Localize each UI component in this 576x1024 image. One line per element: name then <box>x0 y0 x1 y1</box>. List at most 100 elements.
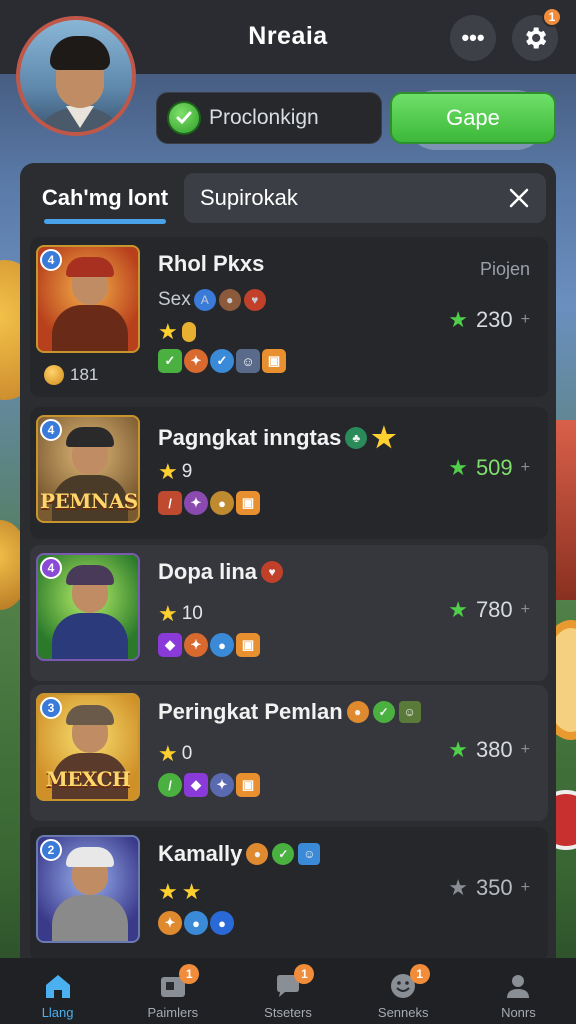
list-item[interactable]: 3 MEXCH Peringkat Pemlan ● ✓ ☺ ★ 0 / ◆ ✦… <box>30 685 548 821</box>
nav-item-profile[interactable]: Nonrs <box>461 958 576 1024</box>
leaf-icon: / <box>158 773 182 797</box>
portrait-banner: PEMNAS <box>40 489 138 513</box>
check-icon: ✓ <box>272 843 295 865</box>
portrait-hat <box>66 705 114 725</box>
heart-icon: ♥ <box>261 561 284 583</box>
medal-icon: ✦ <box>158 911 182 935</box>
player-name-text: Rhol Pkxs <box>158 251 265 276</box>
portrait-body <box>52 895 128 941</box>
badge-row: ✦ ● ● <box>158 911 234 935</box>
rank-badge: 2 <box>40 839 62 861</box>
nav-item-home[interactable]: Llang <box>0 958 115 1024</box>
player-stars: ★ 9 <box>158 459 192 485</box>
list-item[interactable]: 4 PEMNAS Pagngkat inngtas ♣ ★ ★ 9 / ✦ ● … <box>30 407 548 539</box>
more-button[interactable]: ••• <box>450 15 496 61</box>
stars-value: 9 <box>181 461 193 482</box>
tab-active[interactable]: Cah'mg lont <box>30 173 180 223</box>
nav-item-stats[interactable]: 1 Stseters <box>230 958 345 1024</box>
leaderboard-panel: Cah'mg lont Supirokak 4 181 Rhol Pkxs Pi… <box>20 163 556 1024</box>
player-stars: ★ 0 <box>158 741 192 767</box>
plus-icon: + <box>520 459 530 476</box>
star-icon: ★ <box>158 741 178 766</box>
close-icon[interactable] <box>504 183 534 213</box>
player-name: Rhol Pkxs <box>158 251 264 277</box>
portrait-hat <box>66 847 114 867</box>
star-icon: ★ <box>448 307 468 332</box>
nav-item-social[interactable]: 1 Senneks <box>346 958 461 1024</box>
nav-label: Stseters <box>264 1005 312 1020</box>
player-name: Peringkat Pemlan ● ✓ ☺ <box>158 699 421 725</box>
portrait-hat <box>66 257 114 277</box>
nav-item-players[interactable]: 1 Paimlers <box>115 958 230 1024</box>
orb-icon: ● <box>184 911 208 935</box>
orb-icon: ● <box>210 911 234 935</box>
badge-row: / ✦ ● ▣ <box>158 491 260 515</box>
page-title: Nreaia <box>248 22 328 50</box>
star-icon: ★ <box>448 737 468 762</box>
player-score: ★ 350 + <box>448 875 530 901</box>
player-stars: ★ <box>158 319 196 345</box>
more-icon: ••• <box>461 25 485 50</box>
medal-icon: ✦ <box>184 633 208 657</box>
notification-badge: 1 <box>294 964 315 984</box>
chest-icon: ▣ <box>262 349 286 373</box>
avatar[interactable] <box>16 16 136 136</box>
shield-icon: A <box>193 289 216 311</box>
plus-icon: + <box>520 879 530 896</box>
score-value: 380 <box>475 737 513 762</box>
nav-label: Nonrs <box>501 1005 536 1020</box>
portrait-body <box>52 305 128 351</box>
medal-icon: ✦ <box>184 491 208 515</box>
rank-badge: 4 <box>40 419 62 441</box>
badge-row: ◆ ✦ ● ▣ <box>158 633 260 657</box>
player-name-text: Dopa lina <box>158 559 258 584</box>
player-portrait: 4 PEMNAS <box>36 415 140 523</box>
play-button[interactable]: Gape <box>390 92 556 144</box>
player-name-text: Pagngkat inngtas <box>158 424 342 450</box>
tab-bar: Cah'mg lont Supirokak <box>30 173 546 224</box>
gem-icon: ◆ <box>158 633 182 657</box>
portrait-body <box>52 613 128 659</box>
status-label: Proclonkign <box>209 106 319 129</box>
star-icon: ★ <box>158 459 178 484</box>
heart-icon: ♥ <box>243 289 266 311</box>
list-item[interactable]: 4 Dopa lina ♥ ★ 10 ◆ ✦ ● ▣ ★ 780 + <box>30 545 548 681</box>
player-score: ★ 230 + <box>448 307 530 333</box>
plus-icon: + <box>520 741 530 758</box>
player-score: ★ 780 + <box>448 597 530 623</box>
portrait-hat <box>66 565 114 585</box>
avatar-hair <box>50 36 110 70</box>
rank-badge: 3 <box>40 697 62 719</box>
user-icon <box>502 971 534 1001</box>
status-pill[interactable]: Proclonkign <box>156 92 382 144</box>
nav-label: Llang <box>41 1005 74 1020</box>
gear-icon <box>526 27 547 49</box>
star-icon: ★ <box>158 601 178 626</box>
medal-icon: ✦ <box>210 773 234 797</box>
list-item[interactable]: 4 181 Rhol Pkxs Piojen Sex A ● ♥ ★ ✓ ✦ ✓… <box>30 237 548 397</box>
portrait-hat <box>66 427 114 447</box>
score-value: 230 <box>475 307 513 332</box>
star-icon: ★ <box>158 319 178 344</box>
check-icon: ✓ <box>210 349 234 373</box>
player-name-text: Kamally <box>158 841 243 866</box>
player-name-text: Peringkat Pemlan <box>158 699 343 724</box>
medal-icon: ● <box>218 289 241 311</box>
settings-button[interactable]: 1 <box>512 7 562 61</box>
list-item[interactable]: 2 Kamally ● ✓ ☺ ★ ★ ✦ ● ● ★ 350 + <box>30 827 548 961</box>
plus-icon: + <box>520 601 530 618</box>
sword-icon: ✓ <box>158 349 182 373</box>
player-portrait: 3 MEXCH <box>36 693 140 801</box>
tab-search[interactable]: Supirokak <box>184 173 546 223</box>
medal-icon: ● <box>346 701 369 723</box>
badge-row: ✓ ✦ ✓ ☺ ▣ <box>158 349 286 373</box>
badge-row: / ◆ ✦ ▣ <box>158 773 260 797</box>
coin-icon: ● <box>210 491 234 515</box>
tab-search-label: Supirokak <box>200 185 298 210</box>
stars-value: 0 <box>181 743 193 764</box>
coin-count: 181 <box>44 365 98 385</box>
character-icon: ☺ <box>236 349 260 373</box>
portrait-banner: MEXCH <box>45 767 131 791</box>
nav-label: Paimlers <box>147 1005 199 1020</box>
rank-badge: 4 <box>40 249 62 271</box>
